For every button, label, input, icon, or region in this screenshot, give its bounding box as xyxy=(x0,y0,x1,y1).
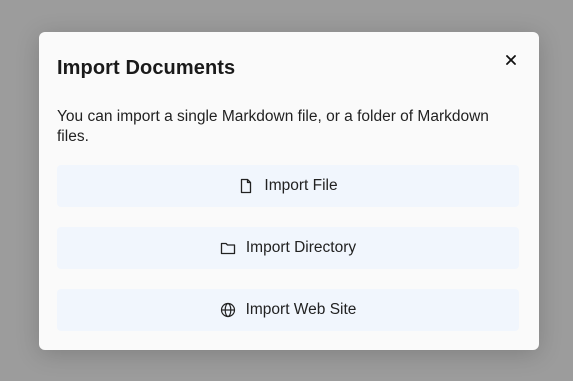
globe-icon xyxy=(220,302,236,318)
import-web-site-label: Import Web Site xyxy=(245,301,357,318)
import-directory-button[interactable]: Import Directory xyxy=(57,227,519,269)
dialog-description: You can import a single Markdown file, o… xyxy=(57,108,489,145)
folder-icon xyxy=(220,240,236,256)
import-file-button[interactable]: Import File xyxy=(57,165,519,207)
dialog-title: Import Documents xyxy=(57,57,236,79)
import-web-site-button[interactable]: Import Web Site xyxy=(57,289,519,331)
import-file-label: Import File xyxy=(264,177,338,194)
close-button[interactable] xyxy=(501,50,521,70)
import-documents-dialog: Import Documents You can import a single… xyxy=(39,32,539,350)
import-directory-label: Import Directory xyxy=(245,239,357,256)
file-icon xyxy=(238,178,254,194)
close-icon xyxy=(506,55,516,65)
